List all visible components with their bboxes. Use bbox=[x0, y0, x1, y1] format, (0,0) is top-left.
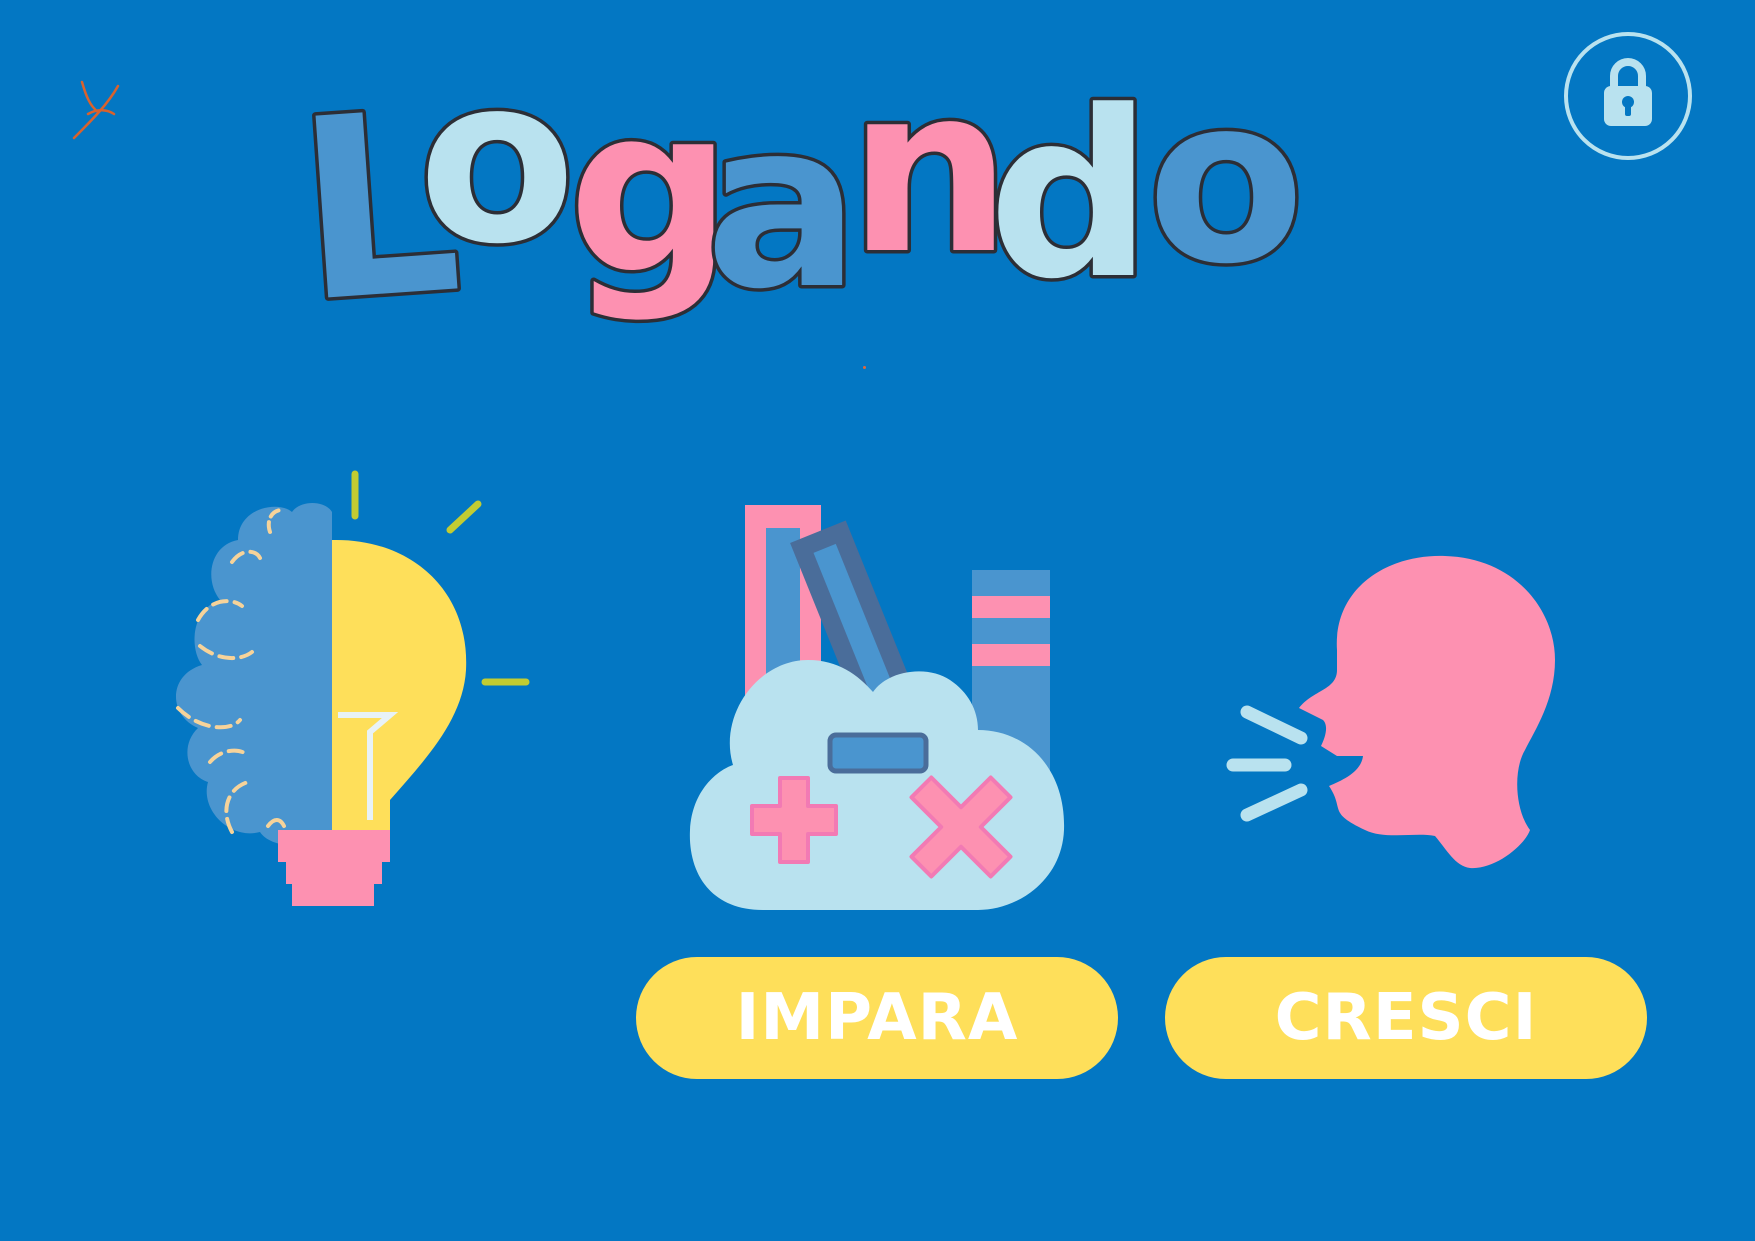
svg-text:o: o bbox=[418, 70, 576, 295]
scribble-mark-icon bbox=[72, 80, 120, 140]
lock-icon bbox=[1604, 58, 1652, 126]
main-screen: .lt { font-family: "DejaVu Sans", sans-s… bbox=[0, 0, 1755, 1241]
books-gamepad-illustration bbox=[689, 505, 1065, 910]
decorative-dot bbox=[863, 366, 866, 369]
impara-button[interactable]: IMPARA bbox=[636, 957, 1118, 1079]
svg-text:a: a bbox=[705, 73, 860, 330]
brain-lightbulb-illustration bbox=[175, 470, 530, 906]
lock-button[interactable] bbox=[1564, 32, 1692, 160]
svg-text:o: o bbox=[1147, 70, 1305, 315]
speaking-head-illustration bbox=[1226, 555, 1555, 869]
cresci-button[interactable]: CRESCI bbox=[1165, 957, 1647, 1079]
app-logo-title: .lt { font-family: "DejaVu Sans", sans-s… bbox=[300, 70, 1309, 330]
svg-text:d: d bbox=[988, 70, 1153, 330]
